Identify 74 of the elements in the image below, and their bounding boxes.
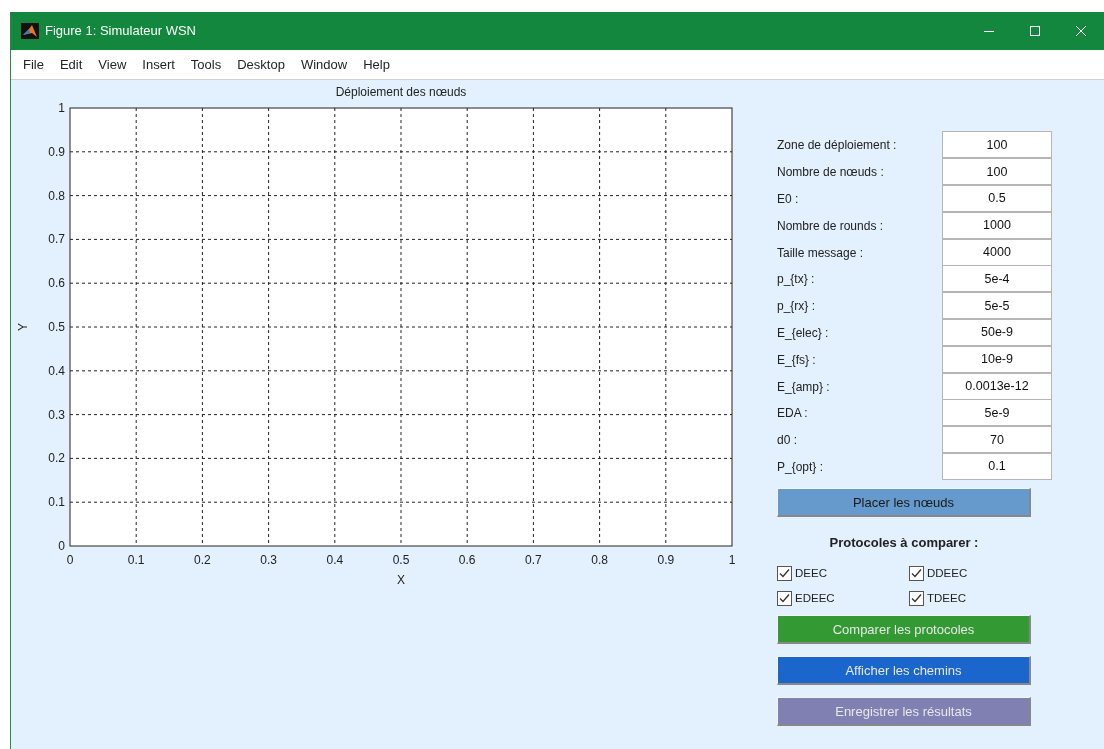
axis-tick-label: 0.7 [525, 553, 542, 567]
axis-tick-label: 0.1 [127, 553, 145, 567]
action-button[interactable]: Afficher les chemins [777, 656, 1031, 686]
axis-tick-label: 1 [58, 101, 65, 115]
parameter-field[interactable]: 10e-9 [942, 345, 1052, 373]
parameter-label: EDA : [777, 405, 809, 423]
protocol-checkbox[interactable]: DEEC [777, 564, 909, 583]
axis-tick-label: 0.4 [48, 363, 65, 378]
parameter-label: E_{amp} : [777, 378, 831, 396]
parameter-label: E_{elec} : [777, 324, 830, 342]
parameter-field[interactable]: 1000 [942, 211, 1052, 239]
menu-item[interactable]: Desktop [229, 54, 293, 75]
parameter-label: p_{rx} : [777, 298, 817, 316]
axis-tick-label: 0.6 [458, 553, 476, 567]
parameter-label: d0 : [777, 432, 798, 450]
parameter-field[interactable]: 5e-9 [942, 399, 1052, 427]
axis-tick-label: 0.5 [48, 320, 65, 334]
parameter-field[interactable]: 0.1 [942, 452, 1052, 480]
parameter-field[interactable]: 0.5 [942, 185, 1052, 212]
axis-tick-label: 0 [58, 539, 65, 553]
checkmark-icon [779, 593, 790, 605]
axis-tick-label: 0.1 [48, 495, 65, 510]
axis-tick-label: 0.9 [48, 144, 65, 159]
place-nodes-button[interactable]: Placer les nœuds [777, 488, 1031, 518]
parameter-field[interactable]: 70 [942, 426, 1052, 454]
parameter-label: E0 : [777, 191, 800, 208]
section-heading: Protocoles à comparer : [828, 534, 980, 553]
axis-tick-label: 0.7 [48, 232, 65, 247]
parameter-label: p_{tx} : [777, 271, 816, 289]
parameter-field[interactable]: 4000 [942, 238, 1052, 266]
parameter-field[interactable]: 5e-4 [942, 265, 1052, 293]
parameter-field[interactable]: 100 [942, 131, 1052, 159]
axis-tick-label: 1 [728, 553, 736, 567]
menu-item[interactable]: View [90, 54, 135, 75]
axis-tick-label: 0.3 [48, 407, 65, 422]
axis-tick-label: 0.5 [392, 553, 410, 567]
axis-tick-label: 0.6 [48, 276, 65, 291]
protocol-checkbox[interactable]: TDEEC [909, 590, 1029, 608]
checkmark-icon [911, 593, 922, 605]
axis-tick-label: 0.2 [48, 451, 65, 466]
parameter-field[interactable]: 5e-5 [942, 292, 1052, 320]
axis-tick-label: 0.4 [326, 553, 344, 567]
parameter-label: Nombre de nœuds : [777, 164, 885, 182]
protocol-checkbox[interactable]: EDEEC [777, 590, 909, 608]
close-icon [1075, 25, 1087, 37]
menu-item[interactable]: Insert [134, 54, 183, 75]
checkmark-icon [911, 568, 922, 579]
axis-tick-label: 0.3 [260, 553, 277, 567]
checkmark-icon [779, 568, 790, 579]
menu-item[interactable]: Window [292, 54, 356, 75]
menu-item[interactable]: Edit [51, 54, 91, 75]
app-logo-icon [21, 23, 39, 39]
parameter-label: Nombre de rounds : [777, 217, 885, 235]
x-axis-label: X [397, 573, 405, 587]
parameter-field[interactable]: 0.0013e-12 [942, 372, 1052, 400]
menu-item[interactable]: Tools [182, 54, 230, 75]
maximize-icon [1029, 25, 1041, 37]
window-title: Figure 1: Simulateur WSN [45, 22, 196, 41]
parameter-field[interactable]: 100 [942, 158, 1052, 186]
parameter-label: E_{fs} : [777, 351, 817, 369]
protocol-checkbox[interactable]: DDEEC [909, 564, 1029, 583]
menu-item[interactable]: File [15, 54, 52, 75]
axis-tick-label: 0.9 [657, 553, 675, 567]
parameter-field[interactable]: 50e-9 [942, 318, 1052, 346]
chart-title: Déploiement des nœuds [335, 85, 467, 99]
parameter-label: P_{opt} : [777, 458, 825, 476]
axis-tick-label: 0.2 [194, 553, 211, 567]
axis-tick-label: 0.8 [48, 188, 65, 203]
menu-item[interactable]: Help [355, 54, 398, 75]
parameter-label: Taille message : [777, 244, 865, 262]
axis-tick-label: 0.8 [591, 553, 608, 567]
axis-tick-label: 0 [66, 553, 74, 567]
parameter-label: Zone de déploiement : [777, 137, 898, 155]
y-axis-label: Y [16, 323, 30, 331]
